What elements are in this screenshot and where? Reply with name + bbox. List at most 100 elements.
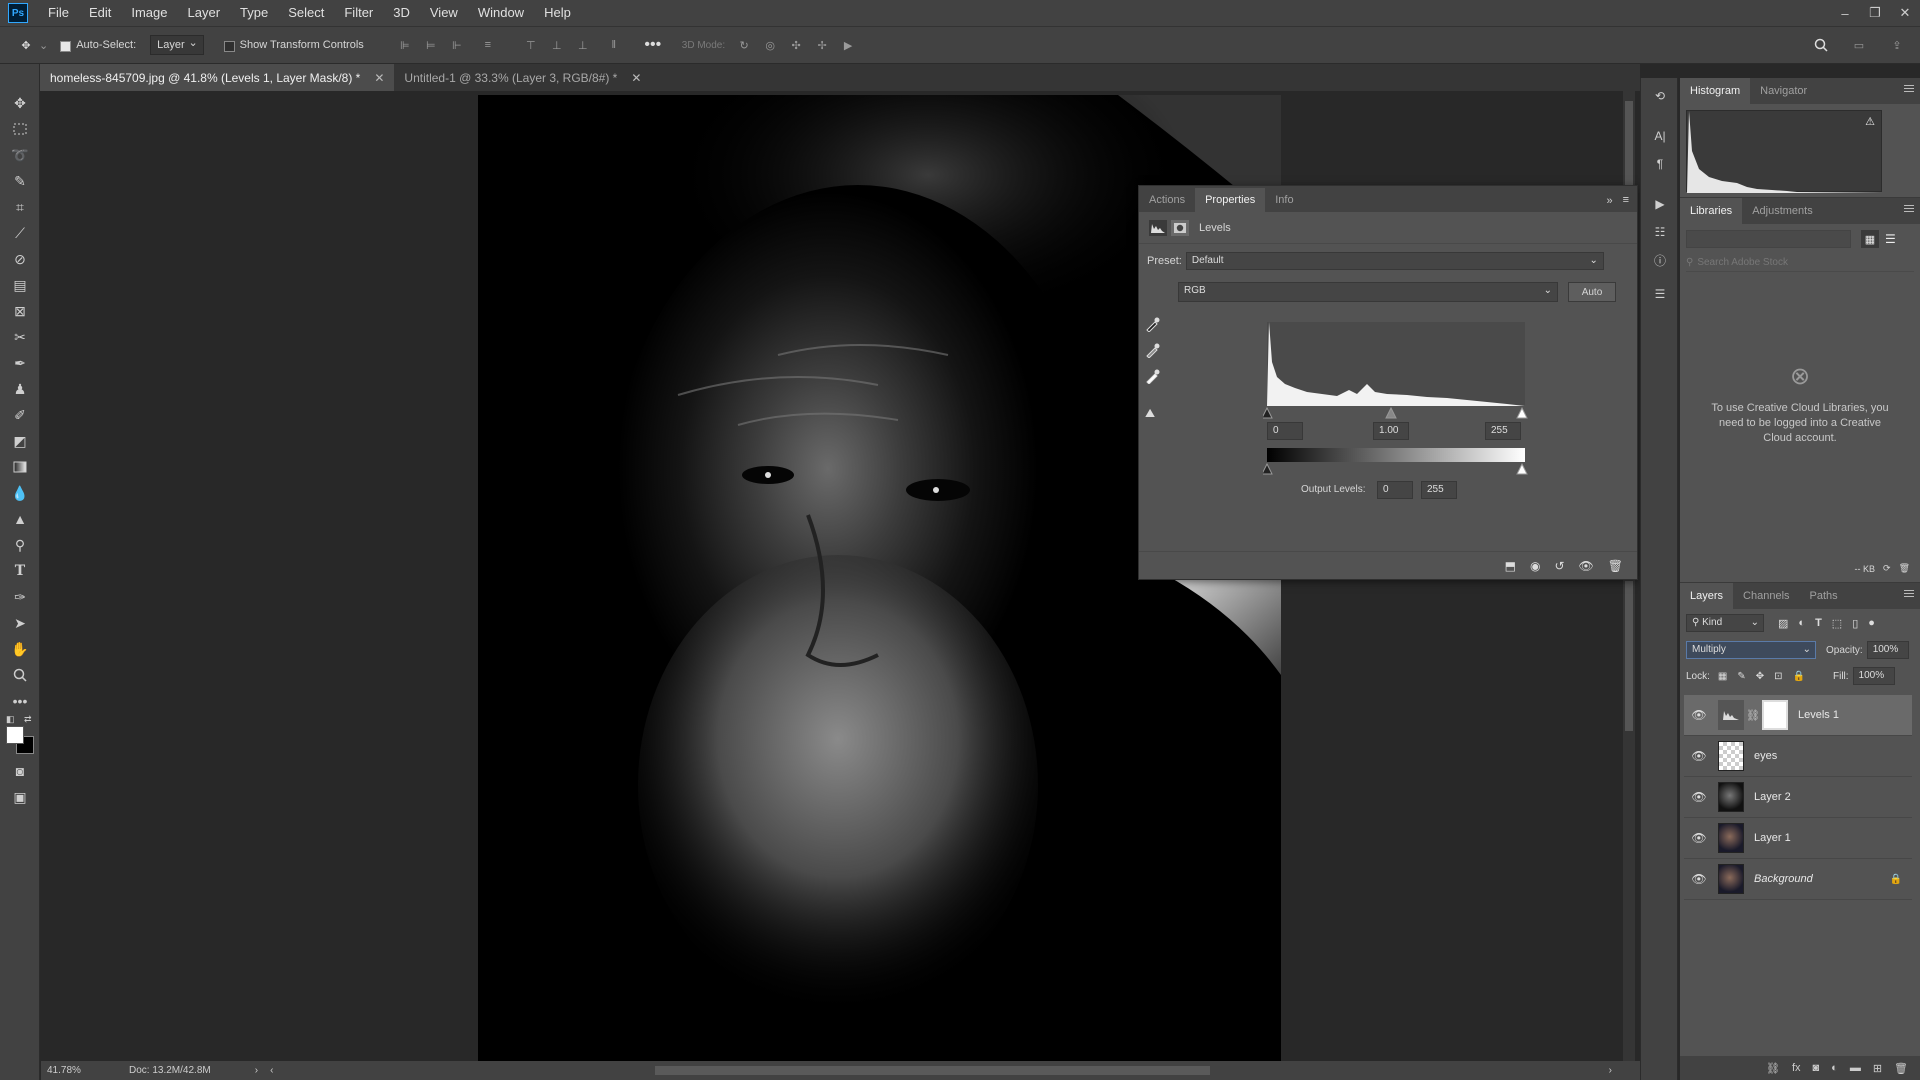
tab-channels[interactable]: Channels <box>1733 583 1799 609</box>
view-previous-state-icon[interactable]: ◉ <box>1530 559 1540 573</box>
default-colors-icon[interactable]: ◧ <box>6 714 15 725</box>
auto-select-target-dropdown[interactable]: Layer <box>150 35 204 55</box>
layer-mask-icon[interactable] <box>1171 219 1189 236</box>
healing-brush-tool-icon[interactable]: ⊘ <box>0 246 40 272</box>
delete-layer-icon[interactable]: 🗑 <box>1894 1062 1908 1075</box>
output-sliders[interactable] <box>1263 462 1529 476</box>
foreground-color-swatch[interactable] <box>6 726 24 744</box>
3d-slide-icon[interactable]: ✢ <box>814 37 830 53</box>
blur-tool-icon[interactable]: 💧 <box>0 480 40 506</box>
reset-adjustment-icon[interactable]: ↺ <box>1554 559 1564 573</box>
menu-edit[interactable]: Edit <box>79 0 121 26</box>
input-sliders[interactable] <box>1263 406 1529 420</box>
clipping-warning-icon[interactable]: ⛰ <box>1145 406 1161 421</box>
move-tool-preset-icon[interactable]: ✥ <box>18 37 34 53</box>
ruler-tool-icon[interactable]: ▤ <box>0 272 40 298</box>
distribute-vertical-icon[interactable]: ≡ <box>480 37 496 53</box>
tool-preset-chevron-icon[interactable]: ⌄ <box>39 39 48 52</box>
tab-properties[interactable]: Properties <box>1195 188 1266 212</box>
lock-position-icon[interactable]: ✥ <box>1756 671 1764 682</box>
layer-mask-thumbnail[interactable] <box>1761 700 1788 730</box>
layer-row-background[interactable]: 👁 Background 🔒 <box>1684 859 1912 900</box>
close-tab-icon[interactable]: ✕ <box>374 71 384 85</box>
paragraph-panel-icon[interactable]: ¶ <box>1641 150 1679 178</box>
lasso-tool-icon[interactable]: ➰ <box>0 142 40 168</box>
crop-tool-icon[interactable]: ⌗ <box>0 194 40 220</box>
lock-pixels-icon[interactable]: ✎ <box>1737 671 1745 682</box>
list-view-icon[interactable]: ☰ <box>1885 232 1896 246</box>
panel-menu-icon[interactable]: ≡ <box>1623 194 1629 206</box>
share-icon[interactable]: ⇪ <box>1889 37 1905 53</box>
tab-layers[interactable]: Layers <box>1680 583 1734 609</box>
panel-menu-icon[interactable] <box>1904 588 1914 599</box>
menu-help[interactable]: Help <box>534 0 581 26</box>
levels-adjustment-icon[interactable] <box>1149 219 1167 236</box>
character-panel-icon[interactable]: A| <box>1641 122 1679 150</box>
show-transform-checkbox[interactable] <box>223 40 235 52</box>
dodge-tool-icon[interactable]: ⚲ <box>0 532 40 558</box>
scissors-tool-icon[interactable]: ✂ <box>0 324 40 350</box>
minimize-button[interactable]: – <box>1830 0 1860 26</box>
menu-file[interactable]: File <box>38 0 79 26</box>
layer-row-levels-1[interactable]: 👁 ⛓ Levels 1 <box>1684 695 1912 736</box>
blend-mode-dropdown[interactable]: Multiply ⌄ <box>1686 641 1816 659</box>
history-panel-icon[interactable]: ⟲ <box>1641 82 1679 110</box>
align-left-icon[interactable]: ⊫ <box>397 37 413 53</box>
align-middle-icon[interactable]: ⊥ <box>549 37 565 53</box>
stock-search-input[interactable]: Search Adobe Stock <box>1697 257 1788 268</box>
filter-toggle-icon[interactable]: ● <box>1868 617 1875 630</box>
filter-smart-object-icon[interactable]: ▯ <box>1852 617 1858 630</box>
tab-actions[interactable]: Actions <box>1139 188 1195 212</box>
gray-point-eyedropper-icon[interactable] <box>1145 342 1161 358</box>
new-adjustment-icon[interactable]: ◐ <box>1831 1062 1838 1074</box>
grid-view-icon[interactable]: ▦ <box>1861 230 1879 248</box>
layer-comps-icon[interactable]: ☰ <box>1641 280 1679 308</box>
properties-panel-icon[interactable]: ☷ <box>1641 218 1679 246</box>
channel-dropdown[interactable]: RGB ⌄ <box>1178 282 1558 302</box>
tab-adjustments[interactable]: Adjustments <box>1742 198 1823 224</box>
input-black-field[interactable]: 0 <box>1267 422 1303 440</box>
lock-artboard-icon[interactable]: ⊡ <box>1774 671 1782 682</box>
lock-all-icon[interactable]: 🔒 <box>1793 671 1805 682</box>
distribute-horizontal-icon[interactable]: ‖ <box>606 37 622 53</box>
move-tool-icon[interactable]: ✥ <box>0 90 40 116</box>
clone-stamp-tool-icon[interactable]: ♟ <box>0 376 40 402</box>
input-gamma-field[interactable]: 1.00 <box>1373 422 1409 440</box>
scroll-left-icon[interactable]: ‹ <box>270 1065 273 1076</box>
align-top-icon[interactable]: ⊤ <box>523 37 539 53</box>
filter-kind-dropdown[interactable]: ⚲ Kind ⌄ <box>1686 614 1764 632</box>
sync-icon[interactable]: ⟳ <box>1883 563 1891 574</box>
input-white-field[interactable]: 255 <box>1485 422 1521 440</box>
tab-libraries[interactable]: Libraries <box>1680 198 1743 224</box>
restore-button[interactable]: ❐ <box>1860 0 1890 26</box>
visibility-eye-icon[interactable]: 👁 <box>1684 872 1714 886</box>
menu-select[interactable]: Select <box>278 0 334 26</box>
visibility-eye-icon[interactable]: 👁 <box>1684 831 1714 845</box>
lock-transparent-icon[interactable]: ▦ <box>1718 671 1727 682</box>
align-bottom-icon[interactable]: ⊥ <box>575 37 591 53</box>
pen-tool-icon[interactable]: ✑ <box>0 584 40 610</box>
workspace-icon[interactable]: ▭ <box>1851 37 1867 53</box>
screen-mode-icon[interactable]: ▣ <box>0 784 40 810</box>
link-layers-icon[interactable]: ⛓ <box>1766 1062 1780 1075</box>
output-black-field[interactable]: 0 <box>1377 481 1413 499</box>
eyedropper-tool-icon[interactable]: ⟋ <box>0 220 40 246</box>
toggle-visibility-icon[interactable]: 👁 <box>1579 559 1594 573</box>
delete-adjustment-icon[interactable]: 🗑 <box>1608 559 1623 573</box>
fill-field[interactable]: 100% <box>1852 667 1895 685</box>
frame-tool-icon[interactable]: ⊠ <box>0 298 40 324</box>
align-center-icon[interactable]: ⊨ <box>423 37 439 53</box>
layer-row-layer-1[interactable]: 👁 Layer 1 <box>1684 818 1912 859</box>
tab-homeless-845709[interactable]: homeless-845709.jpg @ 41.8% (Levels 1, L… <box>40 64 395 91</box>
status-expand-icon[interactable]: › <box>255 1065 258 1076</box>
visibility-eye-icon[interactable]: 👁 <box>1684 749 1714 763</box>
history-brush-tool-icon[interactable]: ✐ <box>0 402 40 428</box>
info-panel-icon[interactable]: ⓘ <box>1641 246 1679 274</box>
path-selection-tool-icon[interactable]: ➤ <box>0 610 40 636</box>
menu-window[interactable]: Window <box>468 0 534 26</box>
panel-menu-icon[interactable] <box>1904 203 1914 214</box>
edit-toolbar-icon[interactable]: ••• <box>0 688 40 714</box>
zoom-tool-icon[interactable] <box>0 662 40 688</box>
sharpen-tool-icon[interactable]: ▲ <box>0 506 40 532</box>
filter-adjustment-icon[interactable]: ◐ <box>1798 617 1805 630</box>
